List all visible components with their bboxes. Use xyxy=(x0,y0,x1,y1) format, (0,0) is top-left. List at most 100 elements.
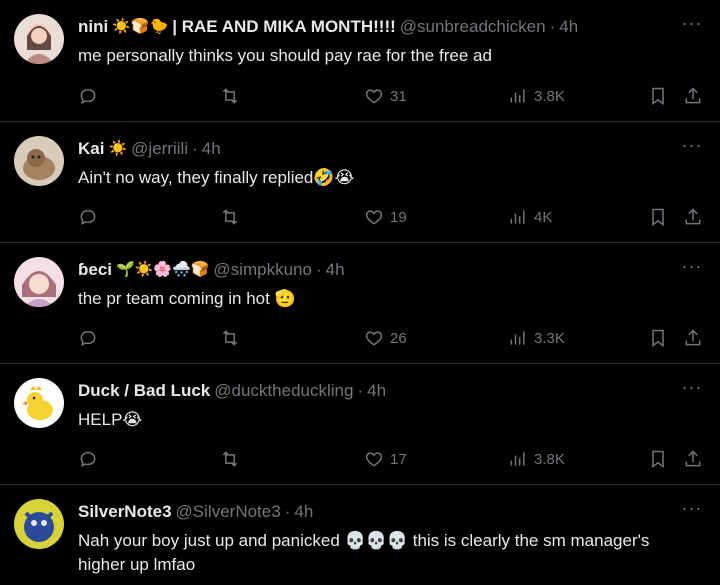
like-button[interactable]: 31 xyxy=(364,84,407,108)
share-icon xyxy=(685,87,701,104)
views-icon xyxy=(510,210,525,224)
retweet-button[interactable] xyxy=(220,447,240,471)
like-icon xyxy=(365,331,383,346)
user-handle[interactable]: @sunbreadchicken xyxy=(400,16,546,38)
separator-dot: · xyxy=(192,139,198,158)
more-icon[interactable]: ··· xyxy=(680,499,704,523)
views-button[interactable]: 4K xyxy=(508,205,552,229)
views-icon xyxy=(510,331,525,345)
like-button[interactable]: 26 xyxy=(364,326,407,350)
share-button[interactable] xyxy=(683,84,703,108)
more-icon[interactable]: ··· xyxy=(680,136,704,160)
user-handle[interactable]: @simpkkuno xyxy=(213,259,312,281)
tweet-text: Ain't no way, they finally replied🤣😭 xyxy=(78,168,355,187)
like-icon xyxy=(365,452,383,467)
name-emojis: ☀️ xyxy=(108,140,128,157)
reply-icon xyxy=(80,451,96,468)
avatar[interactable] xyxy=(14,136,64,186)
separator-dot: · xyxy=(549,17,556,36)
share-button[interactable] xyxy=(683,205,703,229)
like-icon xyxy=(365,89,383,104)
more-icon[interactable]: ··· xyxy=(680,378,704,402)
bookmark-button[interactable] xyxy=(648,205,668,229)
view-count: 3.3K xyxy=(534,329,565,347)
tweet-header: Kai ☀️ @jerriili · 4h xyxy=(78,138,660,160)
tweet[interactable]: nini ☀️🍞🐤 | RAE AND MIKA MONTH!!!! @sunb… xyxy=(0,0,720,122)
action-bar: 19 4K xyxy=(78,205,706,229)
bookmark-button[interactable] xyxy=(648,326,668,350)
timestamp[interactable]: 4h xyxy=(367,380,386,402)
view-count: 3.8K xyxy=(534,87,565,105)
views-button[interactable]: 3.8K xyxy=(508,84,565,108)
timestamp[interactable]: 4h xyxy=(559,16,578,38)
tweet-text: Nah your boy just up and panicked 💀💀💀 th… xyxy=(78,531,650,574)
tweet[interactable]: Duck / Bad Luck @ducktheduckling · 4h ··… xyxy=(0,364,720,485)
bookmark-icon xyxy=(652,208,664,226)
display-name[interactable]: nini xyxy=(78,16,108,38)
views-button[interactable]: 3.8K xyxy=(508,447,565,471)
retweet-icon xyxy=(222,88,238,104)
tweet[interactable]: SilverNote3 @SilverNote3 · 4h ··· Nah yo… xyxy=(0,485,720,585)
timestamp[interactable]: 4h xyxy=(326,259,345,281)
separator-dot: · xyxy=(357,381,364,400)
display-name[interactable]: Kai xyxy=(78,138,104,160)
like-count: 19 xyxy=(390,208,407,226)
tweet-header: Duck / Bad Luck @ducktheduckling · 4h xyxy=(78,380,660,402)
reply-button[interactable] xyxy=(78,84,98,108)
bookmark-button[interactable] xyxy=(648,84,668,108)
avatar[interactable] xyxy=(14,14,64,64)
reply-button[interactable] xyxy=(78,205,98,229)
timestamp[interactable]: 4h xyxy=(202,138,221,160)
like-count: 26 xyxy=(390,329,407,347)
reply-feed: nini ☀️🍞🐤 | RAE AND MIKA MONTH!!!! @sunb… xyxy=(0,0,720,585)
views-button[interactable]: 3.3K xyxy=(508,326,565,350)
like-button[interactable]: 19 xyxy=(364,205,407,229)
separator-dot: · xyxy=(284,502,291,521)
share-icon xyxy=(685,208,701,225)
avatar[interactable] xyxy=(14,378,64,428)
more-icon[interactable]: ··· xyxy=(680,14,704,38)
retweet-button[interactable] xyxy=(220,205,240,229)
tweet[interactable]: Kai ☀️ @jerriili · 4h ··· Ain't no way, … xyxy=(0,122,720,243)
retweet-button[interactable] xyxy=(220,84,240,108)
share-button[interactable] xyxy=(683,326,703,350)
display-name[interactable]: Duck / Bad Luck xyxy=(78,380,210,402)
user-handle[interactable]: @SilverNote3 xyxy=(176,501,281,523)
bookmark-icon xyxy=(652,87,664,105)
avatar[interactable] xyxy=(14,257,64,307)
bookmark-button[interactable] xyxy=(648,447,668,471)
share-icon xyxy=(685,329,701,346)
tweet-text: me personally thinks you should pay rae … xyxy=(78,46,492,65)
tweet-header: ɓeci 🌱☀️🌸🌨️🍞 @simpkkuno · 4h xyxy=(78,259,660,281)
tweet-text: HELP😭 xyxy=(78,410,143,429)
share-button[interactable] xyxy=(683,447,703,471)
bookmark-icon xyxy=(652,329,664,347)
tweet[interactable]: ɓeci 🌱☀️🌸🌨️🍞 @simpkkuno · 4h ··· the pr … xyxy=(0,243,720,364)
user-handle[interactable]: @jerriili xyxy=(131,138,188,160)
view-count: 3.8K xyxy=(534,450,565,468)
display-name[interactable]: ɓeci xyxy=(78,259,112,281)
reply-icon xyxy=(80,209,96,226)
action-bar: 26 3.3K xyxy=(78,326,706,350)
action-bar: 31 3.8K xyxy=(78,84,706,108)
reply-icon xyxy=(80,330,96,347)
retweet-button[interactable] xyxy=(220,326,240,350)
reply-icon xyxy=(80,88,96,105)
reply-button[interactable] xyxy=(78,326,98,350)
action-bar: 17 3.8K xyxy=(78,447,706,471)
like-count: 17 xyxy=(390,450,407,468)
reply-button[interactable] xyxy=(78,447,98,471)
tweet-text: the pr team coming in hot 🫡 xyxy=(78,289,296,308)
share-icon xyxy=(685,450,701,467)
separator-dot: · xyxy=(315,260,322,279)
view-count: 4K xyxy=(534,208,553,226)
user-handle[interactable]: @ducktheduckling xyxy=(214,380,353,402)
tweet-header: nini ☀️🍞🐤 | RAE AND MIKA MONTH!!!! @sunb… xyxy=(78,16,660,38)
display-name[interactable]: SilverNote3 xyxy=(78,501,172,523)
avatar[interactable] xyxy=(14,499,64,549)
timestamp[interactable]: 4h xyxy=(294,501,313,523)
like-button[interactable]: 17 xyxy=(364,447,407,471)
more-icon[interactable]: ··· xyxy=(680,257,704,281)
tweet-header: SilverNote3 @SilverNote3 · 4h xyxy=(78,501,660,523)
name-emojis: ☀️🍞🐤 xyxy=(112,18,169,35)
